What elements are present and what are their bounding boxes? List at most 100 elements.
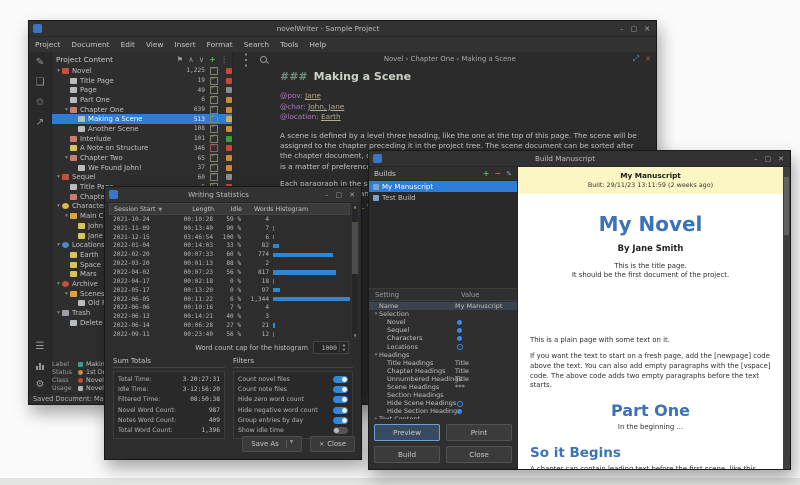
included-checkbox[interactable] — [210, 106, 218, 114]
tree-item[interactable]: We Found John!37 — [52, 163, 232, 173]
session-row[interactable]: 2022-06-1400:06:2827 %21 — [109, 321, 350, 330]
tree-expand-icon[interactable]: ▾ — [55, 174, 62, 180]
tree-expand-icon[interactable]: ▾ — [55, 310, 62, 316]
build-setting-row[interactable]: Chapter HeadingsTitle — [369, 367, 517, 375]
included-checkbox[interactable] — [210, 115, 218, 123]
build-setting-row[interactable]: Characters — [369, 334, 517, 342]
maximize-icon[interactable]: ▢ — [336, 191, 343, 199]
build-setting-row[interactable]: NameMy Manuscript — [369, 302, 517, 310]
move-up-icon[interactable]: ∧ — [188, 55, 194, 64]
filter-toggle[interactable] — [333, 427, 348, 434]
tree-item[interactable]: Page49 — [52, 85, 232, 95]
scroll-down-icon[interactable]: ▼ — [352, 333, 358, 338]
build-setting-row[interactable]: Sequel — [369, 326, 517, 334]
stats-titlebar[interactable]: Writing Statistics – ▢ ✕ — [105, 187, 361, 203]
sessions-table-header[interactable]: Session Start▼ Length Idle Words Histogr… — [109, 203, 350, 215]
cap-value[interactable]: 1000 — [314, 344, 339, 352]
save-as-dropdown-icon[interactable]: ▼ — [286, 440, 293, 448]
tree-item[interactable]: ▾Sequel60 — [52, 173, 232, 183]
details-list-icon[interactable]: ☰ — [36, 341, 45, 352]
included-checkbox[interactable] — [210, 86, 218, 94]
session-row[interactable]: 2022-01-0400:14:0333 %82 — [109, 242, 350, 251]
included-checkbox[interactable] — [210, 164, 218, 172]
session-row[interactable]: 2022-03-2000:01:1388 %2 — [109, 259, 350, 268]
tree-item[interactable]: Interlude101 — [52, 134, 232, 144]
panel-menu-icon[interactable]: ⋮ — [221, 55, 229, 64]
build-list-item[interactable]: My Manuscript — [369, 181, 517, 192]
tree-item[interactable]: Making a Scene513 — [52, 114, 232, 124]
menu-search[interactable]: Search — [244, 40, 269, 49]
included-checkbox[interactable] — [210, 67, 218, 75]
session-row[interactable]: 2022-04-1700:02:180 %18 — [109, 277, 350, 286]
stats-scrollbar-thumb[interactable] — [352, 222, 358, 274]
filter-toggle[interactable] — [333, 396, 348, 403]
tree-expand-icon[interactable]: ▾ — [55, 203, 62, 209]
build-setting-row[interactable]: ▸Text Content — [369, 415, 517, 419]
tree-item[interactable]: A Note on Structure346 — [52, 144, 232, 154]
session-row[interactable]: 2022-06-1300:14:2140 %3 — [109, 312, 350, 321]
build-setting-row[interactable]: Hide Section Headings — [369, 407, 517, 415]
filter-toggle[interactable] — [333, 376, 348, 383]
session-row[interactable]: 2022-06-0500:11:226 %1,344 — [109, 295, 350, 304]
edit-document-icon[interactable]: ✎ — [36, 57, 44, 68]
tree-expand-icon[interactable]: ▾ — [55, 242, 62, 248]
preview-button[interactable]: Preview — [374, 424, 440, 441]
session-row[interactable]: 2022-02-2000:07:3360 %774 — [109, 250, 350, 259]
tag-value-link[interactable]: John, Jane — [308, 102, 344, 111]
add-item-icon[interactable]: + — [209, 55, 215, 64]
included-checkbox[interactable] — [210, 144, 218, 152]
session-row[interactable]: 2021-10-2400:10:2859 %4 — [109, 215, 350, 224]
preview-scrollbar-thumb[interactable] — [784, 177, 789, 235]
session-row[interactable]: 2022-04-0200:07:2356 %817 — [109, 268, 350, 277]
col-words-histogram[interactable]: Words Histogram — [242, 206, 349, 213]
included-checkbox[interactable] — [210, 173, 218, 181]
print-button[interactable]: Print — [446, 424, 512, 441]
included-checkbox[interactable] — [210, 96, 218, 104]
tree-item[interactable]: ▾Chapter Two65 — [52, 153, 232, 163]
minimize-icon[interactable]: – — [325, 191, 329, 199]
filter-toggle[interactable] — [333, 407, 348, 414]
build-setting-row[interactable]: ▾Headings — [369, 351, 517, 359]
close-icon[interactable]: ✕ — [778, 155, 784, 163]
spinner-arrows-icon[interactable]: ▲▼ — [339, 343, 348, 352]
maximize-icon[interactable]: ▢ — [765, 155, 772, 163]
build-list-item[interactable]: Test Build — [369, 192, 517, 203]
build-setting-row[interactable]: ▾Selection — [369, 310, 517, 318]
col-session-start[interactable]: Session Start▼ — [110, 206, 168, 213]
build-setting-row[interactable]: Scene Headings*** — [369, 383, 517, 391]
main-titlebar[interactable]: novelWriter - Sample Project – ▢ ✕ — [29, 21, 656, 37]
save-as-button[interactable]: Save As▼ — [242, 436, 302, 452]
close-document-icon[interactable]: ✕ — [645, 55, 651, 63]
menu-format[interactable]: Format — [207, 40, 233, 49]
tree-expand-icon[interactable]: ▾ — [63, 291, 70, 297]
tree-item[interactable]: ▾Novel1,225 — [52, 66, 232, 76]
close-button[interactable]: ✕Close — [310, 436, 355, 452]
focus-mode-icon[interactable]: ⤢ — [633, 54, 639, 64]
menu-help[interactable]: Help — [309, 40, 326, 49]
menu-edit[interactable]: Edit — [121, 40, 135, 49]
tree-item[interactable]: Another Scene108 — [52, 124, 232, 134]
build-setting-row[interactable]: Section Headings — [369, 391, 517, 399]
build-setting-row[interactable]: Hide Scene Headings — [369, 399, 517, 407]
session-row[interactable]: 2022-05-1700:13:200 %97 — [109, 286, 350, 295]
move-down-icon[interactable]: ∨ — [199, 55, 205, 64]
build-setting-row[interactable]: Locations — [369, 342, 517, 350]
preview-scrollbar[interactable] — [783, 167, 790, 469]
scroll-up-icon[interactable]: ▲ — [352, 204, 358, 209]
minimize-icon[interactable]: – — [620, 25, 624, 33]
filter-toggle[interactable] — [333, 417, 348, 424]
writing-stats-icon[interactable] — [36, 361, 44, 370]
tree-item[interactable]: Title Page19 — [52, 76, 232, 86]
close-button[interactable]: Close — [446, 446, 512, 463]
session-row[interactable]: 2021-12-1503:46:54100 %6 — [109, 233, 350, 242]
export-icon[interactable]: ↗ — [36, 117, 44, 128]
session-row[interactable]: 2022-09-1100:23:4056 %12 — [109, 330, 350, 339]
tree-expand-icon[interactable]: ▾ — [55, 281, 62, 287]
outline-view-icon[interactable]: ✩ — [36, 97, 44, 108]
stats-scrollbar[interactable]: ▲ ▼ — [351, 203, 359, 339]
minimize-icon[interactable]: – — [754, 155, 758, 163]
tree-item[interactable]: Part One6 — [52, 95, 232, 105]
tree-expand-icon[interactable]: ▾ — [63, 213, 70, 219]
close-icon[interactable]: ✕ — [349, 191, 355, 199]
tree-expand-icon[interactable]: ▾ — [63, 155, 70, 161]
